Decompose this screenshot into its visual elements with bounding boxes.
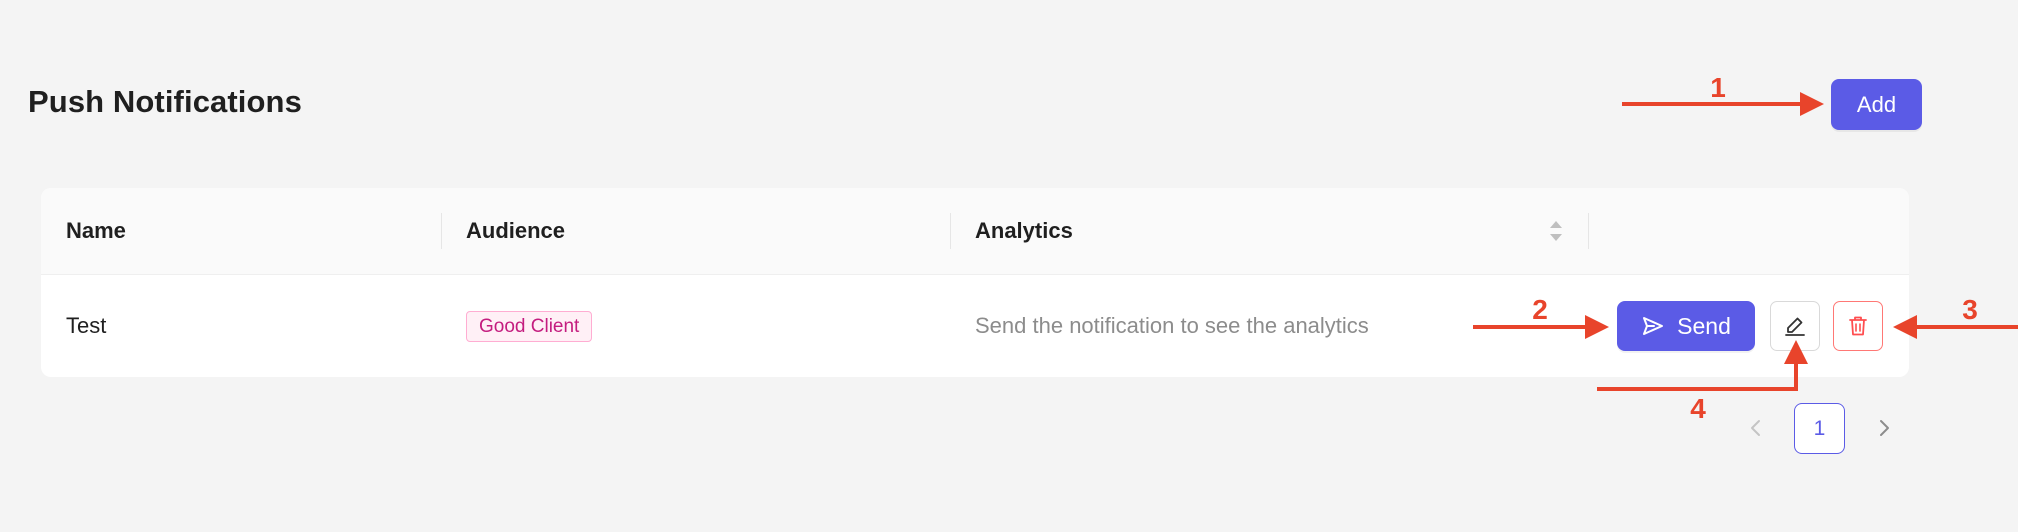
column-divider: [441, 213, 442, 249]
table-header: Name Audience Analytics: [41, 188, 1909, 275]
chevron-left-icon: [1749, 417, 1763, 439]
page-title: Push Notifications: [28, 84, 302, 119]
column-header-audience: Audience: [466, 218, 566, 243]
chevron-right-icon: [1877, 417, 1891, 439]
row-name: Test: [66, 313, 107, 338]
delete-button[interactable]: [1833, 301, 1883, 351]
notifications-table: Name Audience Analytics Test Good Client…: [41, 188, 1909, 377]
annotation-label-3: 3: [1962, 294, 1978, 325]
table-row: Test Good Client Send the notification t…: [41, 275, 1909, 377]
column-divider: [950, 213, 951, 249]
edit-icon: [1783, 314, 1807, 338]
send-button[interactable]: Send: [1617, 301, 1755, 351]
annotation-label-1: 1: [1710, 72, 1726, 103]
pagination-next[interactable]: [1869, 413, 1899, 443]
edit-button[interactable]: [1770, 301, 1820, 351]
send-icon: [1641, 314, 1665, 338]
pagination-page[interactable]: 1: [1794, 403, 1845, 454]
trash-icon: [1846, 314, 1870, 338]
audience-tag: Good Client: [466, 311, 593, 342]
pagination-prev[interactable]: [1741, 413, 1771, 443]
column-divider: [1588, 213, 1589, 249]
column-header-analytics[interactable]: Analytics: [975, 188, 1073, 274]
column-header-name: Name: [66, 218, 126, 243]
add-button[interactable]: Add: [1831, 79, 1922, 130]
row-analytics-text: Send the notification to see the analyti…: [975, 313, 1369, 338]
annotation-label-4: 4: [1690, 393, 1706, 424]
send-button-label: Send: [1677, 312, 1731, 339]
sort-icon[interactable]: [1546, 218, 1566, 244]
